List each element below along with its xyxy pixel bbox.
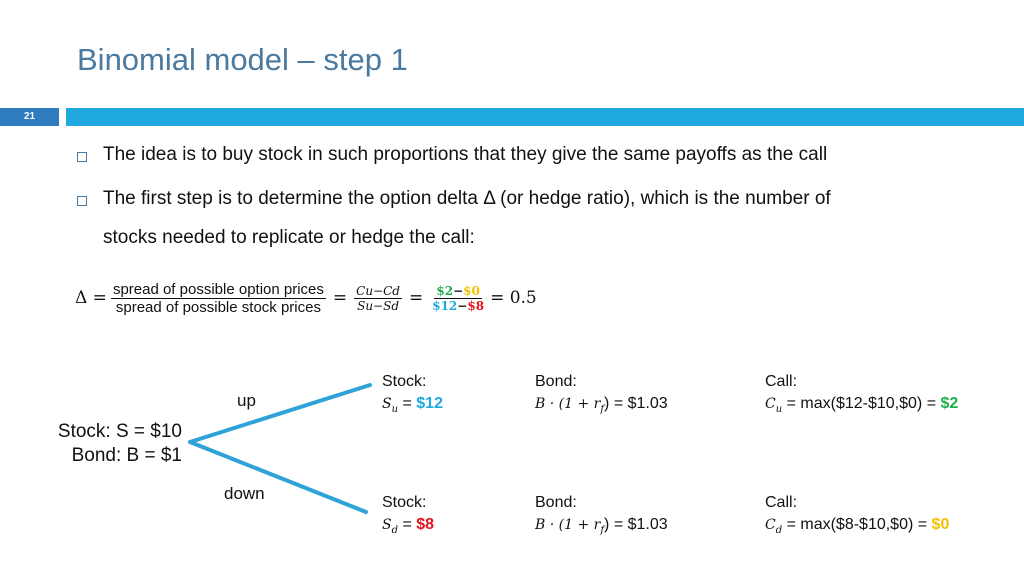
up-stock-label: Stock: bbox=[382, 373, 427, 390]
expression: B · (1 + r bbox=[535, 517, 601, 533]
up-bond-value: B · (1 + rf) = $1.03 bbox=[535, 393, 668, 421]
equals-sign: = bbox=[398, 516, 417, 533]
equals-sign: = bbox=[398, 395, 417, 412]
down-branch bbox=[188, 440, 368, 514]
up-bond-label: Bond: bbox=[535, 373, 577, 390]
root-stock: Stock: S = $10 bbox=[57, 421, 182, 442]
up-stock-value: Su = $12 bbox=[382, 393, 443, 421]
expression: = max($8-$10,$0) = bbox=[782, 516, 932, 533]
down-stock-value: Sd = $8 bbox=[382, 514, 434, 542]
down-call-value: Cd = max($8-$10,$0) = $0 bbox=[765, 514, 949, 542]
down-label: down bbox=[224, 484, 265, 503]
down-bond-label: Bond: bbox=[535, 494, 577, 511]
root-node: Stock: S = $10 Bond: B = $1 bbox=[42, 420, 182, 468]
symbol: C bbox=[765, 517, 776, 533]
up-call-label: Call: bbox=[765, 373, 798, 390]
value: $8 bbox=[416, 516, 435, 533]
up-label: up bbox=[237, 391, 256, 410]
value: $12 bbox=[416, 395, 443, 412]
down-call-label: Call: bbox=[765, 494, 798, 511]
symbol: C bbox=[765, 396, 776, 412]
binomial-tree bbox=[188, 383, 372, 514]
symbol: S bbox=[382, 517, 392, 533]
up-call-value: Cu = max($12-$10,$0) = $2 bbox=[765, 393, 958, 421]
expression-tail: ) = $1.03 bbox=[604, 395, 668, 412]
symbol: S bbox=[382, 396, 392, 412]
expression: = max($12-$10,$0) = bbox=[782, 395, 941, 412]
down-stock-label: Stock: bbox=[382, 494, 427, 511]
root-bond: Bond: B = $1 bbox=[71, 445, 182, 466]
value: $2 bbox=[940, 395, 959, 412]
expression-tail: ) = $1.03 bbox=[604, 516, 668, 533]
expression: B · (1 + r bbox=[535, 396, 601, 412]
up-branch bbox=[188, 383, 372, 444]
value: $0 bbox=[931, 516, 950, 533]
down-bond-value: B · (1 + rf) = $1.03 bbox=[535, 514, 668, 542]
